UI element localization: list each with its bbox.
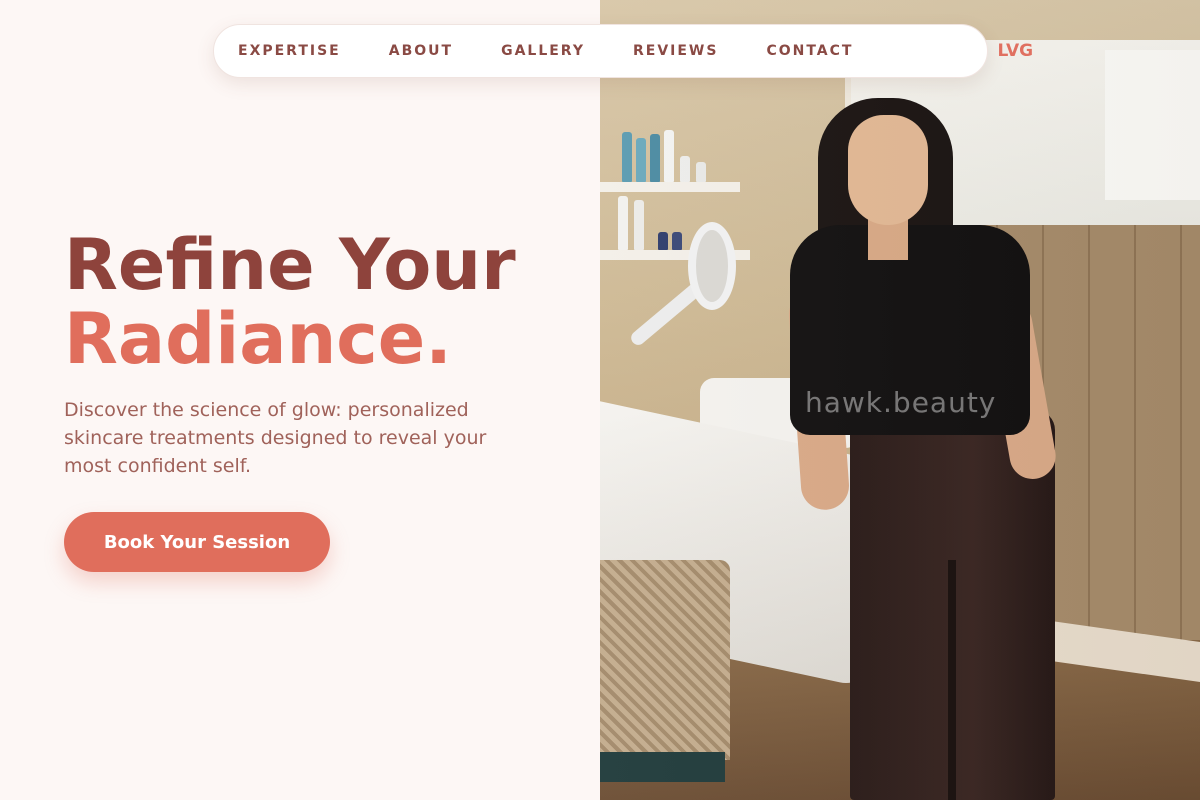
nav-link-expertise[interactable]: EXPERTISE xyxy=(238,43,341,59)
nav-link-reviews[interactable]: REVIEWS xyxy=(633,43,718,59)
hero-title-line2: Radiance. xyxy=(64,298,452,380)
hero-subtitle: Discover the science of glow: personaliz… xyxy=(64,399,487,477)
brand-logo[interactable]: LVG xyxy=(997,41,1033,61)
hero-title-line1: Refine Your xyxy=(64,224,516,306)
top-nav: EXPERTISE ABOUT GALLERY REVIEWS CONTACT … xyxy=(213,24,1033,78)
nav-link-about[interactable]: ABOUT xyxy=(389,43,453,59)
photo-watermark: hawk.beauty xyxy=(805,386,997,419)
hero-photo: hawk.beauty xyxy=(600,0,1200,800)
book-session-button[interactable]: Book Your Session xyxy=(64,512,330,572)
hero-title: Refine Your Radiance. xyxy=(64,228,584,376)
nav-link-contact[interactable]: CONTACT xyxy=(766,43,853,59)
nav-link-gallery[interactable]: GALLERY xyxy=(501,43,585,59)
